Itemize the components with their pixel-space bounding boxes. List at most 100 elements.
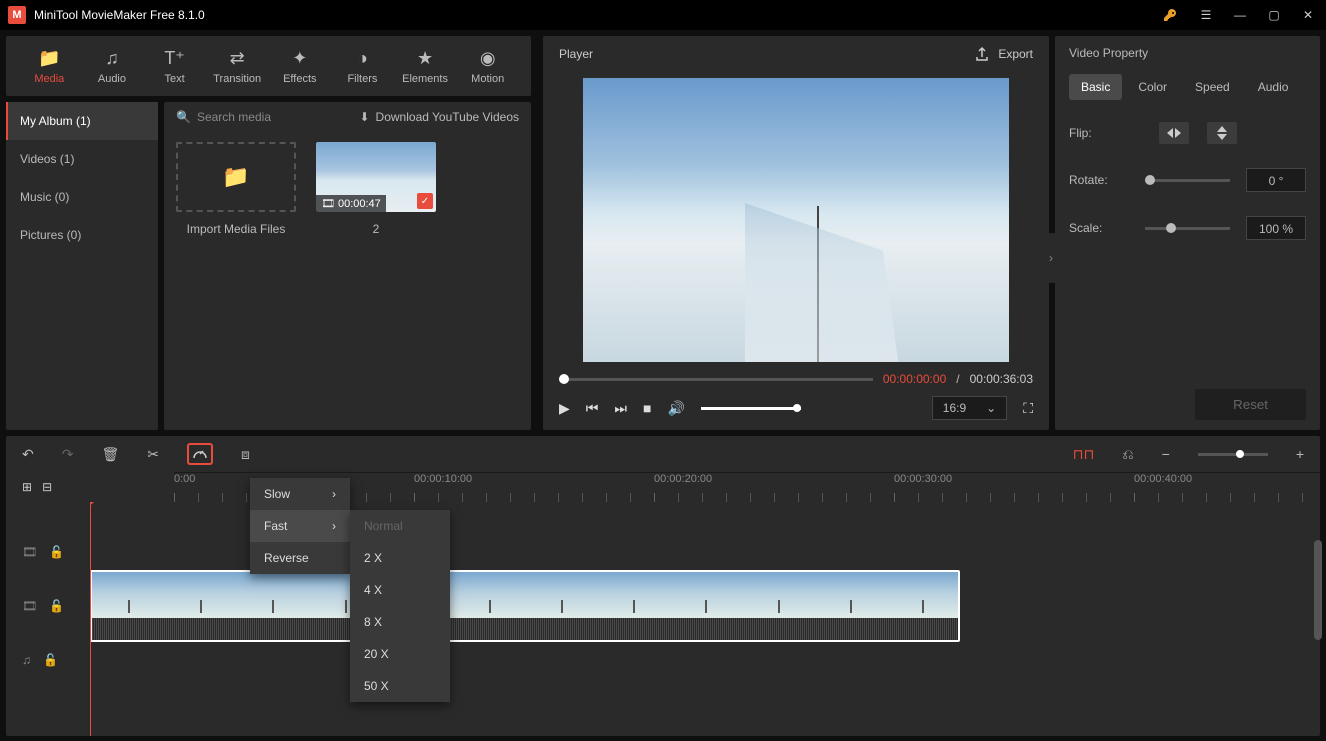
- album-music[interactable]: Music (0): [6, 178, 158, 216]
- rotate-label: Rotate:: [1069, 173, 1129, 187]
- import-label: Import Media Files: [187, 222, 286, 236]
- album-pictures[interactable]: Pictures (0): [6, 216, 158, 254]
- player-preview[interactable]: [563, 78, 1029, 362]
- speed-button[interactable]: [187, 443, 213, 465]
- playhead[interactable]: [90, 502, 91, 736]
- player-panel: Player Export 00:00:00:00 / 00:00:36:03 …: [543, 36, 1049, 430]
- minimize-button[interactable]: —: [1230, 8, 1250, 22]
- tab-text[interactable]: T⁺Text: [143, 48, 206, 85]
- collapse-handle[interactable]: ›: [1047, 233, 1055, 283]
- speed-menu-reverse[interactable]: Reverse: [250, 542, 350, 574]
- app-title: MiniTool MovieMaker Free 8.1.0: [34, 8, 1162, 22]
- speed-menu-slow[interactable]: Slow›: [250, 478, 350, 510]
- tab-media[interactable]: 📁Media: [18, 48, 81, 85]
- undo-button[interactable]: ↶: [22, 446, 34, 463]
- rotate-value[interactable]: 0 °: [1246, 168, 1306, 192]
- flip-horizontal-button[interactable]: [1159, 122, 1189, 144]
- menu-icon[interactable]: ☰: [1196, 8, 1216, 22]
- zoom-slider[interactable]: [1198, 453, 1268, 456]
- folder-icon: 📁: [222, 164, 249, 190]
- fast-2x[interactable]: 2 X: [350, 542, 450, 574]
- property-panel: › Video Property Basic Color Speed Audio…: [1055, 36, 1320, 430]
- tab-motion[interactable]: ◉Motion: [456, 48, 519, 85]
- chevron-down-icon: ⌄: [986, 401, 996, 415]
- fast-normal[interactable]: Normal: [350, 510, 450, 542]
- fullscreen-button[interactable]: ⛶: [1023, 400, 1033, 417]
- fast-4x[interactable]: 4 X: [350, 574, 450, 606]
- property-title: Video Property: [1069, 46, 1306, 60]
- key-icon[interactable]: [1162, 7, 1182, 23]
- media-grid: 🔍 Search media ⬇ Download YouTube Videos…: [164, 102, 531, 430]
- fast-20x[interactable]: 20 X: [350, 638, 450, 670]
- speed-menu-fast[interactable]: Fast›: [250, 510, 350, 542]
- timeline: ↶ ↷ 🗑 ✂ ⧈ ⊓⊓ ⎌ − + ⊞ ⊟ 0:00 00:00:10:00 …: [6, 436, 1320, 736]
- remove-marker-button[interactable]: ⊟: [42, 480, 52, 494]
- close-button[interactable]: ✕: [1298, 8, 1318, 22]
- tab-elements[interactable]: ★Elements: [394, 48, 457, 85]
- tab-transition[interactable]: ⇄Transition: [206, 48, 269, 85]
- proptab-color[interactable]: Color: [1126, 74, 1179, 100]
- volume-button[interactable]: 🔊: [667, 400, 684, 417]
- flip-label: Flip:: [1069, 126, 1129, 140]
- export-icon: [974, 46, 990, 62]
- prev-frame-button[interactable]: ⏮: [586, 400, 599, 417]
- crop-button[interactable]: ⧈: [241, 446, 250, 463]
- next-frame-button[interactable]: ⏭: [614, 400, 627, 417]
- audio-track-icon: ♫: [22, 653, 31, 667]
- lock-icon[interactable]: 🔓: [49, 545, 64, 559]
- redo-button[interactable]: ↷: [62, 446, 74, 463]
- video-track-icon: 🎞: [22, 545, 37, 559]
- download-icon: ⬇: [359, 110, 369, 124]
- main-tabs: 📁Media ♫Audio T⁺Text ⇄Transition ✦Effect…: [6, 36, 531, 96]
- zoom-out-button[interactable]: −: [1162, 446, 1170, 462]
- media-clip-thumbnail[interactable]: 🎞 00:00:47 ✓: [316, 142, 436, 212]
- lock-icon[interactable]: 🔓: [43, 653, 58, 667]
- reset-button[interactable]: Reset: [1195, 389, 1306, 420]
- fast-50x[interactable]: 50 X: [350, 670, 450, 702]
- album-list: My Album (1) Videos (1) Music (0) Pictur…: [6, 102, 158, 430]
- stop-button[interactable]: ■: [643, 400, 651, 416]
- tab-audio[interactable]: ♫Audio: [81, 48, 144, 85]
- zoom-in-button[interactable]: +: [1296, 446, 1304, 462]
- film-icon: 🎞: [321, 197, 335, 210]
- checkmark-icon: ✓: [417, 193, 433, 209]
- title-bar: M MiniTool MovieMaker Free 8.1.0 ☰ — ▢ ✕: [0, 0, 1326, 30]
- proptab-basic[interactable]: Basic: [1069, 74, 1122, 100]
- aspect-ratio-select[interactable]: 16:9⌄: [932, 396, 1007, 420]
- seek-slider[interactable]: [559, 378, 873, 381]
- player-title: Player: [559, 47, 593, 61]
- play-button[interactable]: ▶: [559, 400, 570, 417]
- timeline-clip[interactable]: 🎞 2: [90, 570, 960, 642]
- album-myalbum[interactable]: My Album (1): [6, 102, 158, 140]
- flip-vertical-button[interactable]: [1207, 122, 1237, 144]
- search-icon: 🔍: [176, 110, 191, 124]
- album-videos[interactable]: Videos (1): [6, 140, 158, 178]
- search-input[interactable]: 🔍 Search media: [176, 110, 351, 124]
- scale-slider[interactable]: [1145, 227, 1230, 230]
- download-youtube-button[interactable]: ⬇ Download YouTube Videos: [359, 110, 519, 124]
- clip-label: 2: [373, 222, 380, 236]
- current-time: 00:00:00:00: [883, 372, 946, 386]
- volume-slider[interactable]: [701, 407, 801, 410]
- proptab-audio[interactable]: Audio: [1246, 74, 1301, 100]
- maximize-button[interactable]: ▢: [1264, 8, 1284, 22]
- fast-8x[interactable]: 8 X: [350, 606, 450, 638]
- magnet-button[interactable]: ⊓⊓: [1073, 446, 1095, 463]
- track-gutter: 🎞🔓 🎞🔓 ♫🔓: [6, 502, 90, 736]
- timeline-scrollbar[interactable]: [1314, 540, 1322, 640]
- link-button[interactable]: ⎌: [1122, 446, 1133, 463]
- proptab-speed[interactable]: Speed: [1183, 74, 1242, 100]
- scale-value[interactable]: 100 %: [1246, 216, 1306, 240]
- import-media-button[interactable]: 📁: [176, 142, 296, 212]
- clip-duration: 🎞 00:00:47: [316, 195, 386, 212]
- speed-menu: Slow› Fast› Reverse: [250, 478, 350, 574]
- rotate-slider[interactable]: [1145, 179, 1230, 182]
- split-button[interactable]: ✂: [147, 446, 159, 463]
- scale-label: Scale:: [1069, 221, 1129, 235]
- tab-filters[interactable]: ◑Filters: [331, 48, 394, 85]
- delete-button[interactable]: 🗑: [101, 446, 119, 463]
- export-button[interactable]: Export: [974, 46, 1033, 62]
- lock-icon[interactable]: 🔓: [49, 599, 64, 613]
- add-marker-button[interactable]: ⊞: [22, 480, 32, 494]
- tab-effects[interactable]: ✦Effects: [269, 48, 332, 85]
